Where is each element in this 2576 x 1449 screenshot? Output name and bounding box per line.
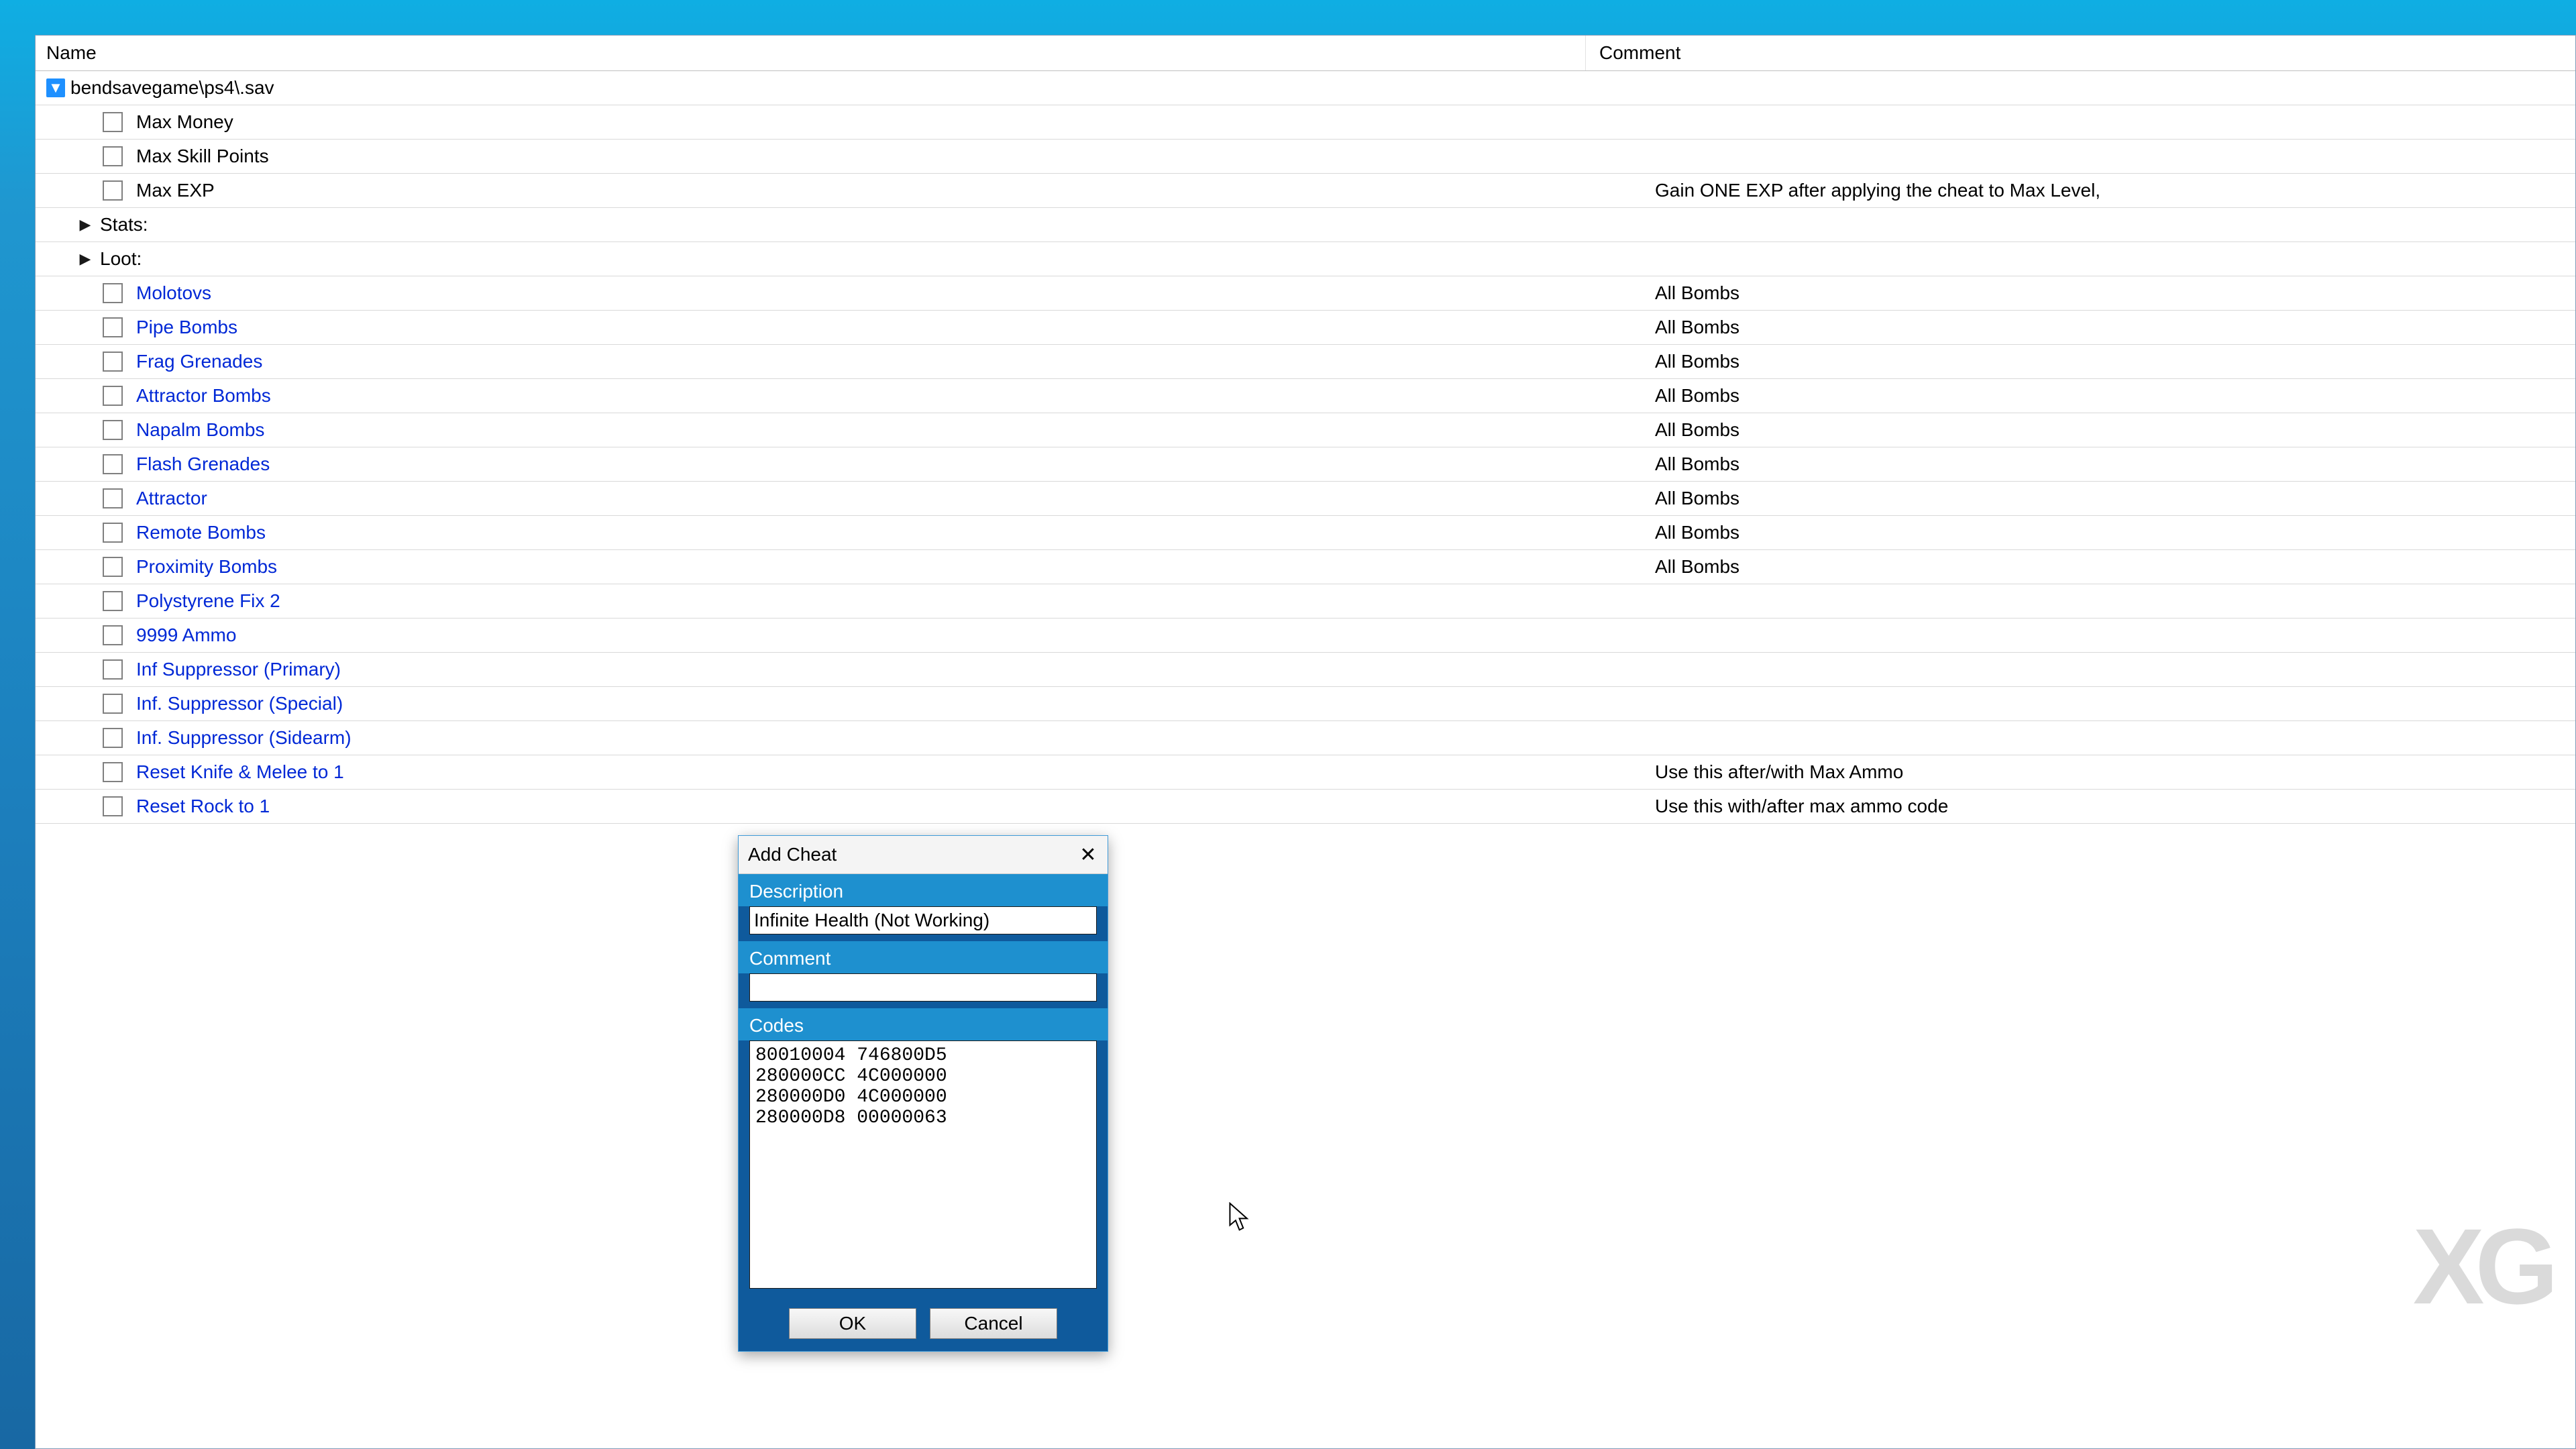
checkbox[interactable] (103, 488, 123, 508)
table-row[interactable]: Inf. Suppressor (Sidearm) (36, 721, 2575, 755)
table-row[interactable]: Pipe Bombs All Bombs (36, 311, 2575, 345)
table-row[interactable]: Inf Suppressor (Primary) (36, 653, 2575, 687)
row-comment: Use this after/with Max Ammo (1642, 761, 2575, 783)
table-row[interactable]: 9999 Ammo (36, 619, 2575, 653)
row-label[interactable]: Proximity Bombs (136, 556, 277, 578)
tree-root-label: bendsavegame\ps4\.sav (70, 77, 274, 99)
table-row[interactable]: ▶ Stats: (36, 208, 2575, 242)
checkbox[interactable] (103, 625, 123, 645)
row-comment: Gain ONE EXP after applying the cheat to… (1642, 180, 2575, 201)
checkbox[interactable] (103, 112, 123, 132)
row-comment: Use this with/after max ammo code (1642, 796, 2575, 817)
cancel-button[interactable]: Cancel (930, 1308, 1057, 1339)
column-header-name[interactable]: Name (36, 36, 1586, 70)
table-row[interactable]: Polystyrene Fix 2 (36, 584, 2575, 619)
table-row[interactable]: Flash Grenades All Bombs (36, 447, 2575, 482)
row-label[interactable]: Attractor Bombs (136, 385, 271, 407)
row-label[interactable]: Flash Grenades (136, 453, 270, 475)
description-input[interactable] (749, 906, 1097, 934)
description-label: Description (739, 874, 1108, 906)
row-label[interactable]: Pipe Bombs (136, 317, 237, 338)
checkbox[interactable] (103, 591, 123, 611)
checkbox[interactable] (103, 180, 123, 201)
row-label[interactable]: Inf. Suppressor (Special) (136, 693, 343, 714)
tree-root[interactable]: ▼ bendsavegame\ps4\.sav (36, 71, 2575, 105)
column-header-comment[interactable]: Comment (1586, 36, 2575, 70)
row-comment: All Bombs (1642, 351, 2575, 372)
row-label[interactable]: Frag Grenades (136, 351, 262, 372)
checkbox[interactable] (103, 659, 123, 680)
expander-icon[interactable]: ▶ (76, 250, 95, 268)
row-label[interactable]: Reset Rock to 1 (136, 796, 270, 817)
table-header: Name Comment (36, 36, 2575, 71)
row-label: Max Money (136, 111, 233, 133)
table-row[interactable]: Max Money (36, 105, 2575, 140)
row-label[interactable]: Inf Suppressor (Primary) (136, 659, 341, 680)
table-row[interactable]: Inf. Suppressor (Special) (36, 687, 2575, 721)
close-button[interactable]: ✕ (1073, 839, 1104, 870)
row-comment: All Bombs (1642, 385, 2575, 407)
checkbox[interactable] (103, 454, 123, 474)
dialog-title-bar[interactable]: Add Cheat ✕ (739, 836, 1108, 874)
checkbox[interactable] (103, 420, 123, 440)
row-label[interactable]: Remote Bombs (136, 522, 266, 543)
row-comment: All Bombs (1642, 453, 2575, 475)
comment-label: Comment (739, 941, 1108, 973)
table-row[interactable]: Attractor Bombs All Bombs (36, 379, 2575, 413)
row-label[interactable]: 9999 Ammo (136, 625, 236, 646)
checkbox[interactable] (103, 352, 123, 372)
checkbox[interactable] (103, 386, 123, 406)
dialog-title: Add Cheat (748, 844, 837, 865)
table-row[interactable]: Max EXP Gain ONE EXP after applying the c… (36, 174, 2575, 208)
codes-input[interactable] (749, 1040, 1097, 1289)
table-row[interactable]: Max Skill Points (36, 140, 2575, 174)
expander-icon[interactable]: ▼ (46, 78, 65, 97)
row-label: Loot: (100, 248, 142, 270)
row-label: Max EXP (136, 180, 215, 201)
table-row[interactable]: ▶ Loot: (36, 242, 2575, 276)
checkbox[interactable] (103, 762, 123, 782)
checkbox[interactable] (103, 557, 123, 577)
checkbox[interactable] (103, 523, 123, 543)
ok-button[interactable]: OK (789, 1308, 916, 1339)
expander-icon[interactable]: ▶ (76, 215, 95, 234)
checkbox[interactable] (103, 317, 123, 337)
table-row[interactable]: Molotovs All Bombs (36, 276, 2575, 311)
table-row[interactable]: Proximity Bombs All Bombs (36, 550, 2575, 584)
row-comment: All Bombs (1642, 488, 2575, 509)
row-label[interactable]: Napalm Bombs (136, 419, 264, 441)
checkbox[interactable] (103, 796, 123, 816)
row-label[interactable]: Polystyrene Fix 2 (136, 590, 280, 612)
table-row[interactable]: Napalm Bombs All Bombs (36, 413, 2575, 447)
row-label: Stats: (100, 214, 148, 235)
table-row[interactable]: Attractor All Bombs (36, 482, 2575, 516)
main-panel: Name Comment ▼ bendsavegame\ps4\.sav Max… (35, 35, 2576, 1449)
row-label[interactable]: Reset Knife & Melee to 1 (136, 761, 344, 783)
row-label[interactable]: Inf. Suppressor (Sidearm) (136, 727, 352, 749)
checkbox[interactable] (103, 694, 123, 714)
row-comment: All Bombs (1642, 282, 2575, 304)
row-label: Max Skill Points (136, 146, 269, 167)
row-comment: All Bombs (1642, 317, 2575, 338)
watermark: XG (2413, 1205, 2549, 1328)
checkbox[interactable] (103, 146, 123, 166)
tree-body: Max Money Max Skill Points Max EXP Gain ONE… (36, 105, 2575, 824)
comment-input[interactable] (749, 973, 1097, 1002)
row-label[interactable]: Attractor (136, 488, 207, 509)
checkbox[interactable] (103, 728, 123, 748)
codes-label: Codes (739, 1008, 1108, 1040)
checkbox[interactable] (103, 283, 123, 303)
add-cheat-dialog: Add Cheat ✕ Description Comment Codes OK… (738, 835, 1108, 1352)
row-comment: All Bombs (1642, 419, 2575, 441)
table-row[interactable]: Reset Rock to 1 Use this with/after max a… (36, 790, 2575, 824)
table-row[interactable]: Reset Knife & Melee to 1 Use this after/w… (36, 755, 2575, 790)
row-comment: All Bombs (1642, 556, 2575, 578)
row-label[interactable]: Molotovs (136, 282, 211, 304)
table-row[interactable]: Frag Grenades All Bombs (36, 345, 2575, 379)
table-row[interactable]: Remote Bombs All Bombs (36, 516, 2575, 550)
row-comment: All Bombs (1642, 522, 2575, 543)
